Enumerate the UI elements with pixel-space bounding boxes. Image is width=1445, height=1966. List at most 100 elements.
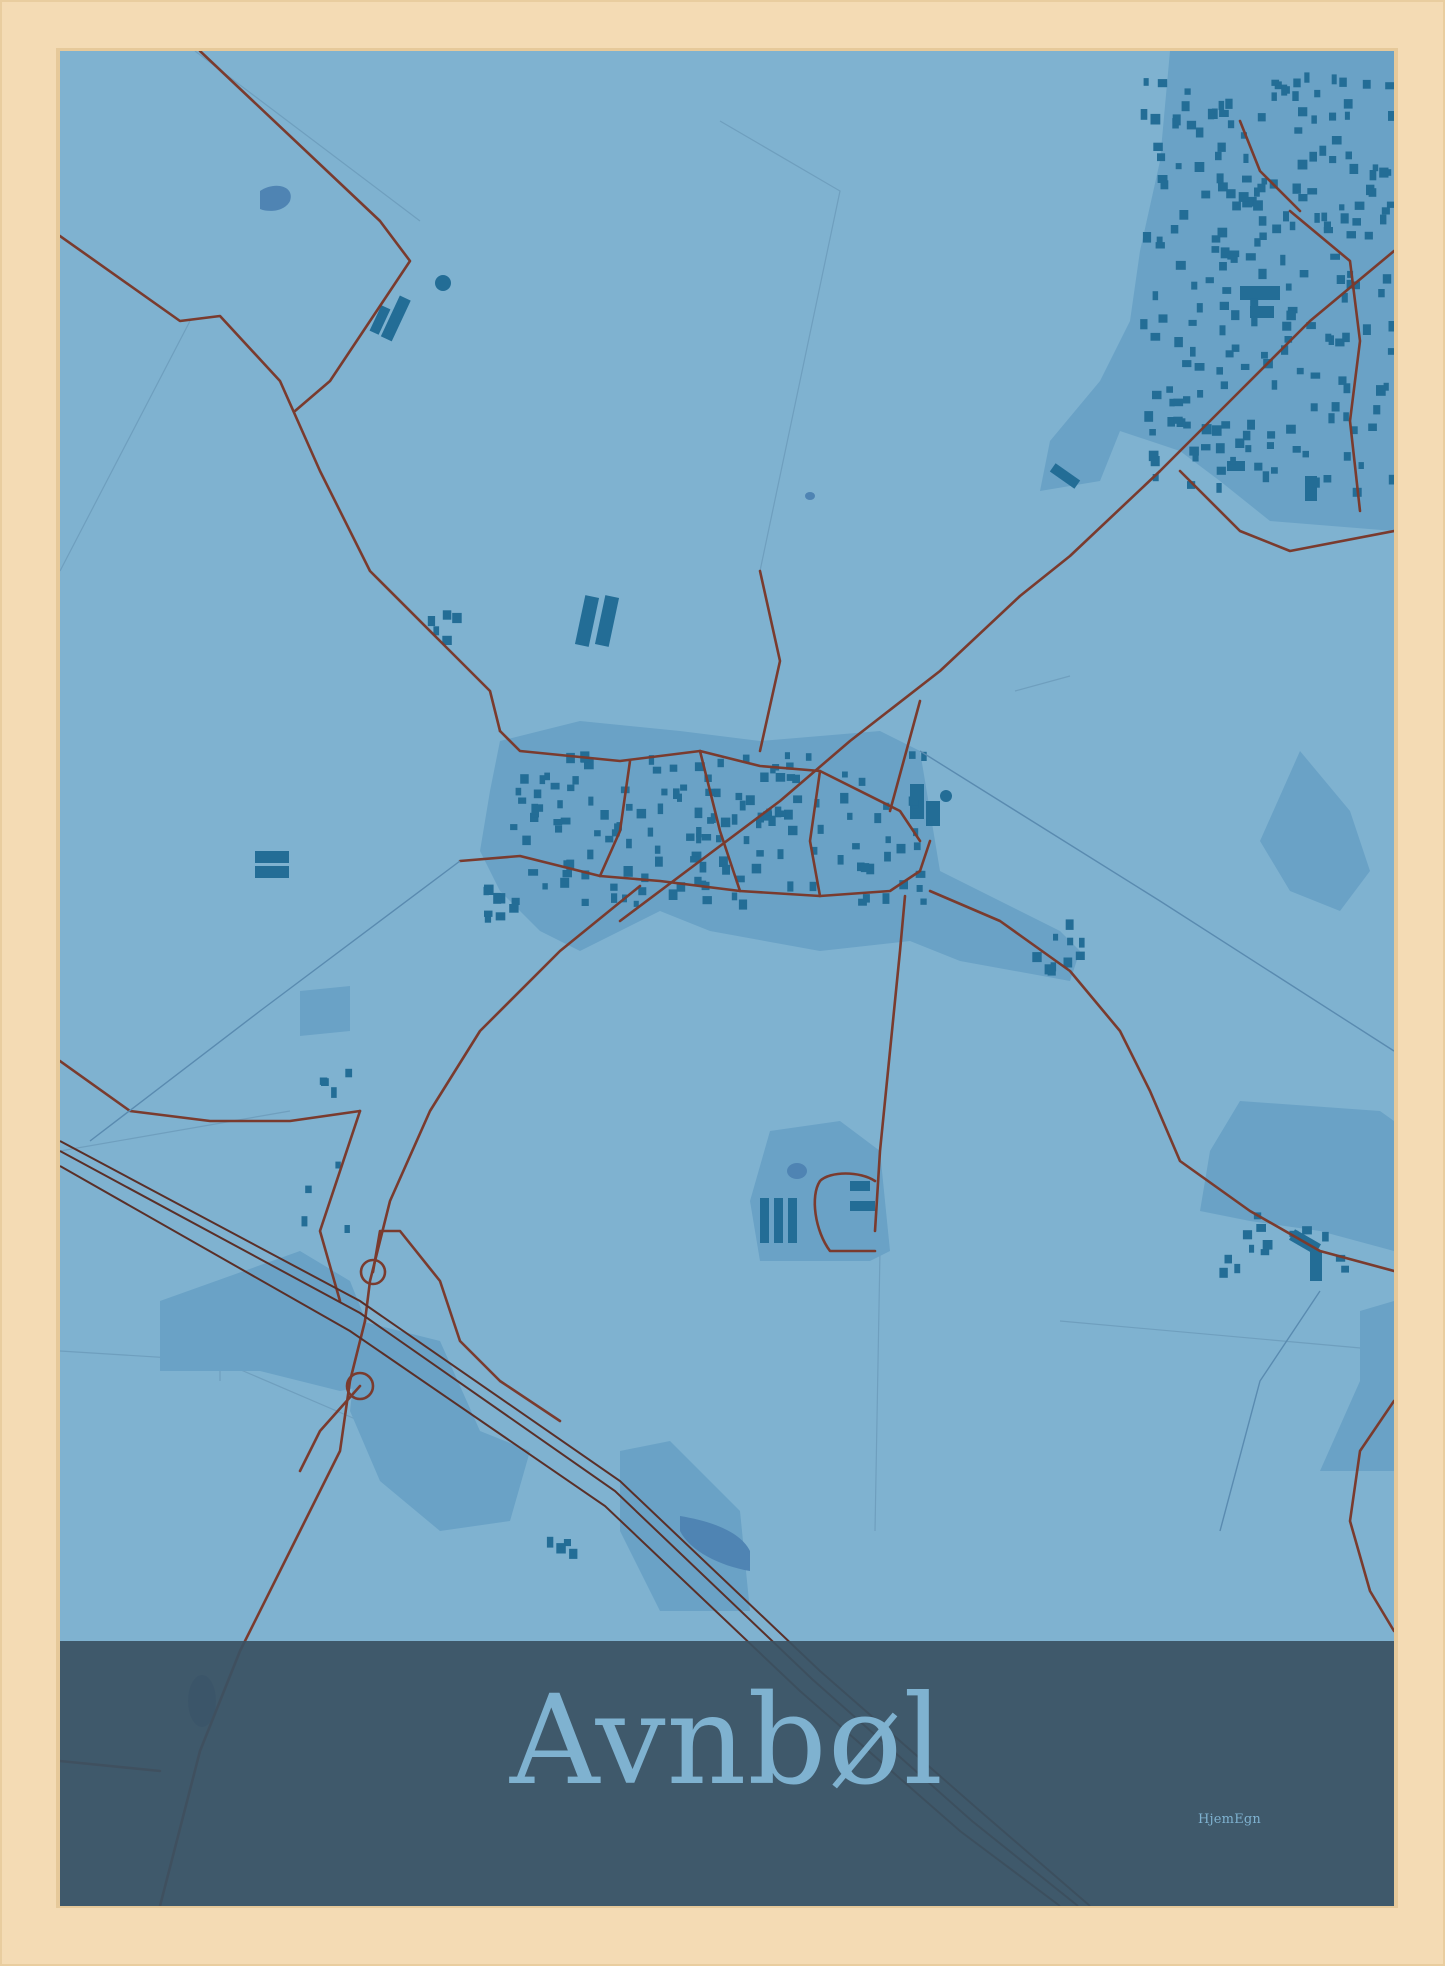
house [776,810,786,817]
house [1368,423,1377,431]
house [1339,204,1345,211]
house [638,887,647,896]
house [1195,127,1204,138]
house [784,809,793,820]
house [1343,452,1351,461]
house [1331,74,1337,85]
house [1181,101,1190,112]
house [809,881,817,892]
house [1215,151,1222,161]
house [777,849,784,860]
house [1307,188,1318,195]
house [1149,429,1156,436]
house [1282,321,1292,331]
house [1387,348,1394,355]
house [1341,1265,1349,1273]
house [1358,462,1364,469]
house [1190,346,1196,357]
house [1256,1224,1266,1232]
house [1262,1240,1273,1250]
house [1283,211,1289,222]
house [1292,91,1299,101]
house [713,788,721,798]
house [1144,411,1154,422]
house [1331,402,1340,412]
house [1258,216,1267,226]
house [1140,319,1148,330]
house [1219,109,1229,117]
house [760,772,769,782]
house [1311,477,1320,488]
house [553,819,563,826]
house [840,792,849,804]
house [567,784,575,792]
house [1325,333,1332,342]
brand-logo: HjemEgn [1198,1812,1261,1827]
house [1330,253,1340,260]
house [686,833,695,841]
house [1267,431,1276,439]
house [344,1225,350,1233]
house [668,889,678,900]
house [1067,937,1074,946]
house [1189,446,1199,456]
house [1153,142,1163,151]
house [1336,275,1345,284]
house [696,833,702,844]
house [699,861,707,873]
house [1197,390,1204,398]
house [1220,247,1230,259]
house [1253,200,1263,211]
house [539,775,546,785]
house [1323,475,1332,483]
house [1226,189,1236,199]
house [522,835,531,846]
house [1047,964,1056,976]
house [1266,442,1274,449]
house [852,843,860,850]
house [331,1087,337,1098]
house [562,870,572,878]
house [511,897,520,905]
house [1292,183,1301,194]
house [614,823,620,830]
house [1194,162,1205,172]
house [1156,236,1163,247]
house [1368,188,1377,197]
house [1376,385,1386,396]
house [557,800,563,809]
house [542,883,548,890]
house [787,881,794,892]
house [1172,114,1181,126]
house [1380,214,1387,225]
house [555,825,563,833]
house [1258,268,1267,280]
house [1323,221,1331,231]
house [842,771,848,778]
house [1260,1249,1270,1256]
house [581,898,589,906]
house [1352,218,1361,226]
house [1175,163,1182,170]
house [1354,201,1365,210]
house [756,850,764,857]
house [1331,136,1342,145]
house [1364,231,1373,240]
house [1286,424,1296,434]
house [1328,413,1335,424]
house [655,856,663,867]
house [1349,163,1359,174]
house [837,855,844,865]
house [1261,351,1268,359]
house [1340,213,1349,224]
house [520,774,529,784]
house [626,803,633,811]
house [913,842,921,851]
house [1143,78,1149,86]
house [920,898,927,905]
house [1053,933,1059,941]
house [636,808,647,819]
house [484,916,492,923]
house [1388,111,1394,121]
house [1183,396,1191,404]
